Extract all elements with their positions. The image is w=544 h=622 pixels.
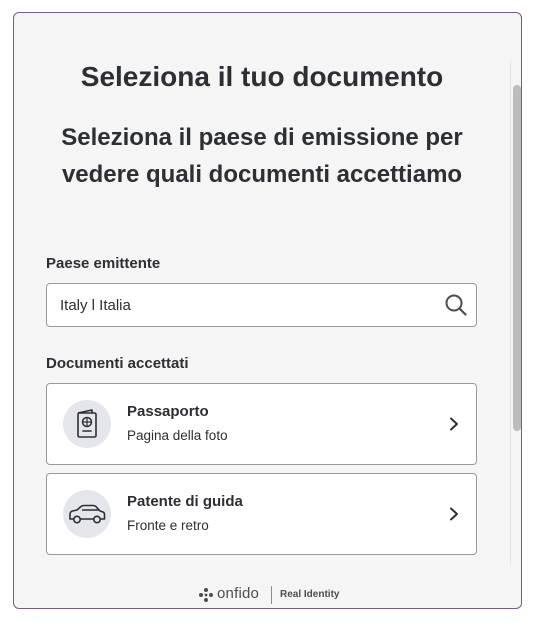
scrollbar-thumb[interactable] (513, 85, 521, 431)
page-title: Seleziona il tuo documento (80, 61, 444, 92)
document-option-passport[interactable]: Passaporto Pagina della foto (46, 383, 477, 465)
brand-divider (271, 586, 272, 604)
car-icon-badge (63, 490, 111, 538)
country-search-input[interactable] (60, 294, 430, 316)
accepted-documents-label: Documenti accettati (46, 355, 189, 372)
car-icon (69, 504, 106, 524)
document-title: Passaporto (127, 403, 209, 420)
document-title: Patente di guida (127, 493, 243, 510)
page-subtitle: Seleziona il paese di emissione per vede… (61, 124, 463, 188)
country-label: Paese emittente (46, 255, 161, 272)
brand-tagline: Real Identity (280, 589, 340, 600)
chevron-right-icon (450, 417, 458, 431)
passport-icon (77, 409, 97, 438)
scrollbar[interactable] (510, 61, 521, 565)
brand-name: onfido (217, 585, 260, 602)
document-selection-modal: Seleziona il tuo documento Seleziona il … (13, 12, 522, 609)
branding-footer: onfido Real Identity (14, 585, 510, 605)
document-subtitle: Pagina della foto (127, 428, 228, 443)
onfido-logo-icon (199, 588, 213, 602)
chevron-right-icon (450, 507, 458, 521)
country-search-field[interactable] (46, 283, 477, 327)
search-icon[interactable] (444, 293, 468, 317)
passport-icon-badge (63, 400, 111, 448)
document-option-driving-license[interactable]: Patente di guida Fronte e retro (46, 473, 477, 555)
document-subtitle: Fronte e retro (127, 518, 209, 533)
